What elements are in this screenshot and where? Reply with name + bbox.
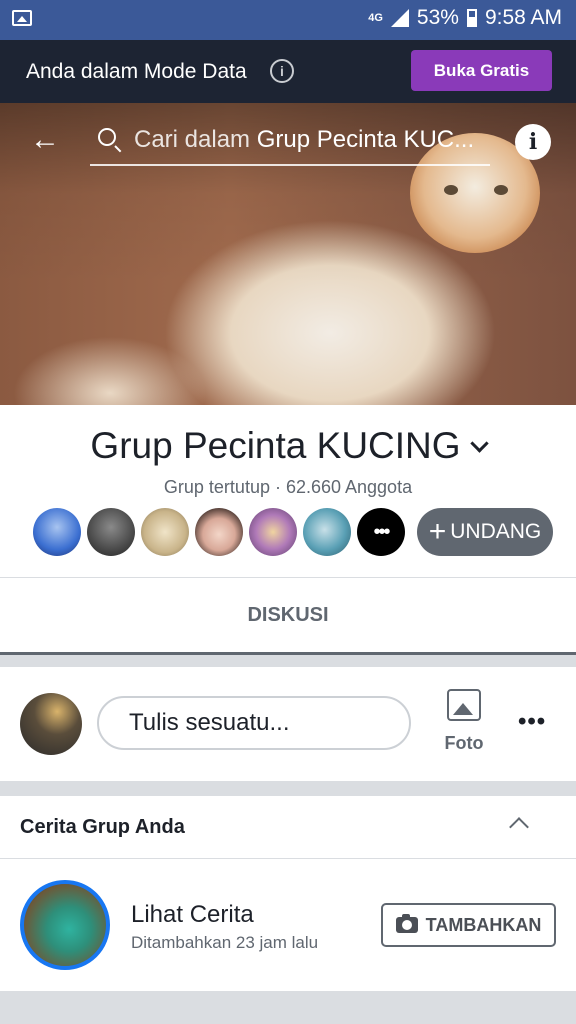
- battery-icon: [466, 9, 477, 27]
- search-icon: [98, 128, 116, 146]
- group-title[interactable]: Grup Pecinta KUCING: [0, 425, 576, 467]
- compose-input[interactable]: Tulis sesuatu...: [97, 696, 411, 750]
- member-avatar[interactable]: [195, 508, 243, 556]
- photo-button[interactable]: Foto: [440, 689, 488, 754]
- add-story-button[interactable]: TAMBAHKAN: [381, 903, 556, 947]
- more-options-icon[interactable]: •••: [518, 710, 546, 734]
- back-arrow-icon[interactable]: ←: [30, 125, 60, 155]
- group-header: Grup Pecinta KUCING Grup tertutup · 62.6…: [0, 405, 576, 577]
- story-thumbnail[interactable]: [20, 880, 110, 970]
- member-avatar[interactable]: [303, 508, 351, 556]
- group-tabs: DISKUSI: [0, 577, 576, 655]
- my-avatar[interactable]: [20, 693, 82, 755]
- more-members-icon[interactable]: •••: [357, 508, 405, 556]
- story-timestamp: Ditambahkan 23 jam lalu: [131, 933, 319, 952]
- info-icon[interactable]: i: [270, 59, 294, 83]
- battery-percent: 53%: [416, 6, 459, 29]
- story-item: Lihat Cerita Ditambahkan 23 jam lalu TAM…: [0, 859, 576, 991]
- chevron-down-icon: [469, 434, 489, 453]
- group-info-icon[interactable]: i: [515, 124, 551, 160]
- search-input[interactable]: Cari dalam Grup Pecinta KUC...: [134, 126, 484, 154]
- signal-icon: [390, 9, 409, 27]
- search-prefix: Cari dalam: [134, 126, 257, 153]
- plus-icon: +: [428, 515, 447, 548]
- member-avatar[interactable]: [87, 508, 135, 556]
- status-bar: 4G 53% 9:58 AM: [0, 0, 576, 40]
- stories-title: Cerita Grup Anda: [20, 816, 185, 838]
- search-bar[interactable]: Cari dalam Grup Pecinta KUC...: [90, 118, 490, 166]
- tab-diskusi[interactable]: DISKUSI: [0, 604, 576, 627]
- member-avatar[interactable]: [249, 508, 297, 556]
- camera-icon: [395, 914, 418, 933]
- invite-label: UNDANG: [450, 520, 542, 543]
- invite-button[interactable]: + UNDANG: [417, 508, 553, 556]
- cat-eye: [444, 185, 458, 195]
- add-story-label: TAMBAHKAN: [425, 914, 542, 935]
- network-label: 4G: [368, 11, 383, 24]
- photo-icon: [447, 689, 481, 721]
- member-avatar[interactable]: [33, 508, 81, 556]
- cat-eye: [494, 185, 508, 195]
- member-avatars: ••• + UNDANG: [33, 508, 553, 556]
- group-stories-header: Cerita Grup Anda: [0, 796, 576, 859]
- photo-label: Foto: [444, 733, 484, 753]
- group-name: Grup Pecinta KUCING: [90, 425, 461, 466]
- post-composer: Tulis sesuatu... Foto •••: [0, 667, 576, 781]
- status-right: 4G 53% 9:58 AM: [368, 6, 562, 30]
- group-meta: Grup tertutup · 62.660 Anggota: [163, 477, 413, 497]
- story-title[interactable]: Lihat Cerita: [131, 901, 254, 929]
- clock: 9:58 AM: [484, 6, 562, 29]
- buka-gratis-button[interactable]: Buka Gratis: [411, 50, 552, 91]
- member-avatar[interactable]: [141, 508, 189, 556]
- chevron-up-icon[interactable]: [509, 817, 529, 837]
- search-group-name: Grup Pecinta KUC...: [256, 126, 475, 153]
- image-icon: [12, 10, 32, 26]
- data-mode-text: Anda dalam Mode Data: [26, 60, 247, 83]
